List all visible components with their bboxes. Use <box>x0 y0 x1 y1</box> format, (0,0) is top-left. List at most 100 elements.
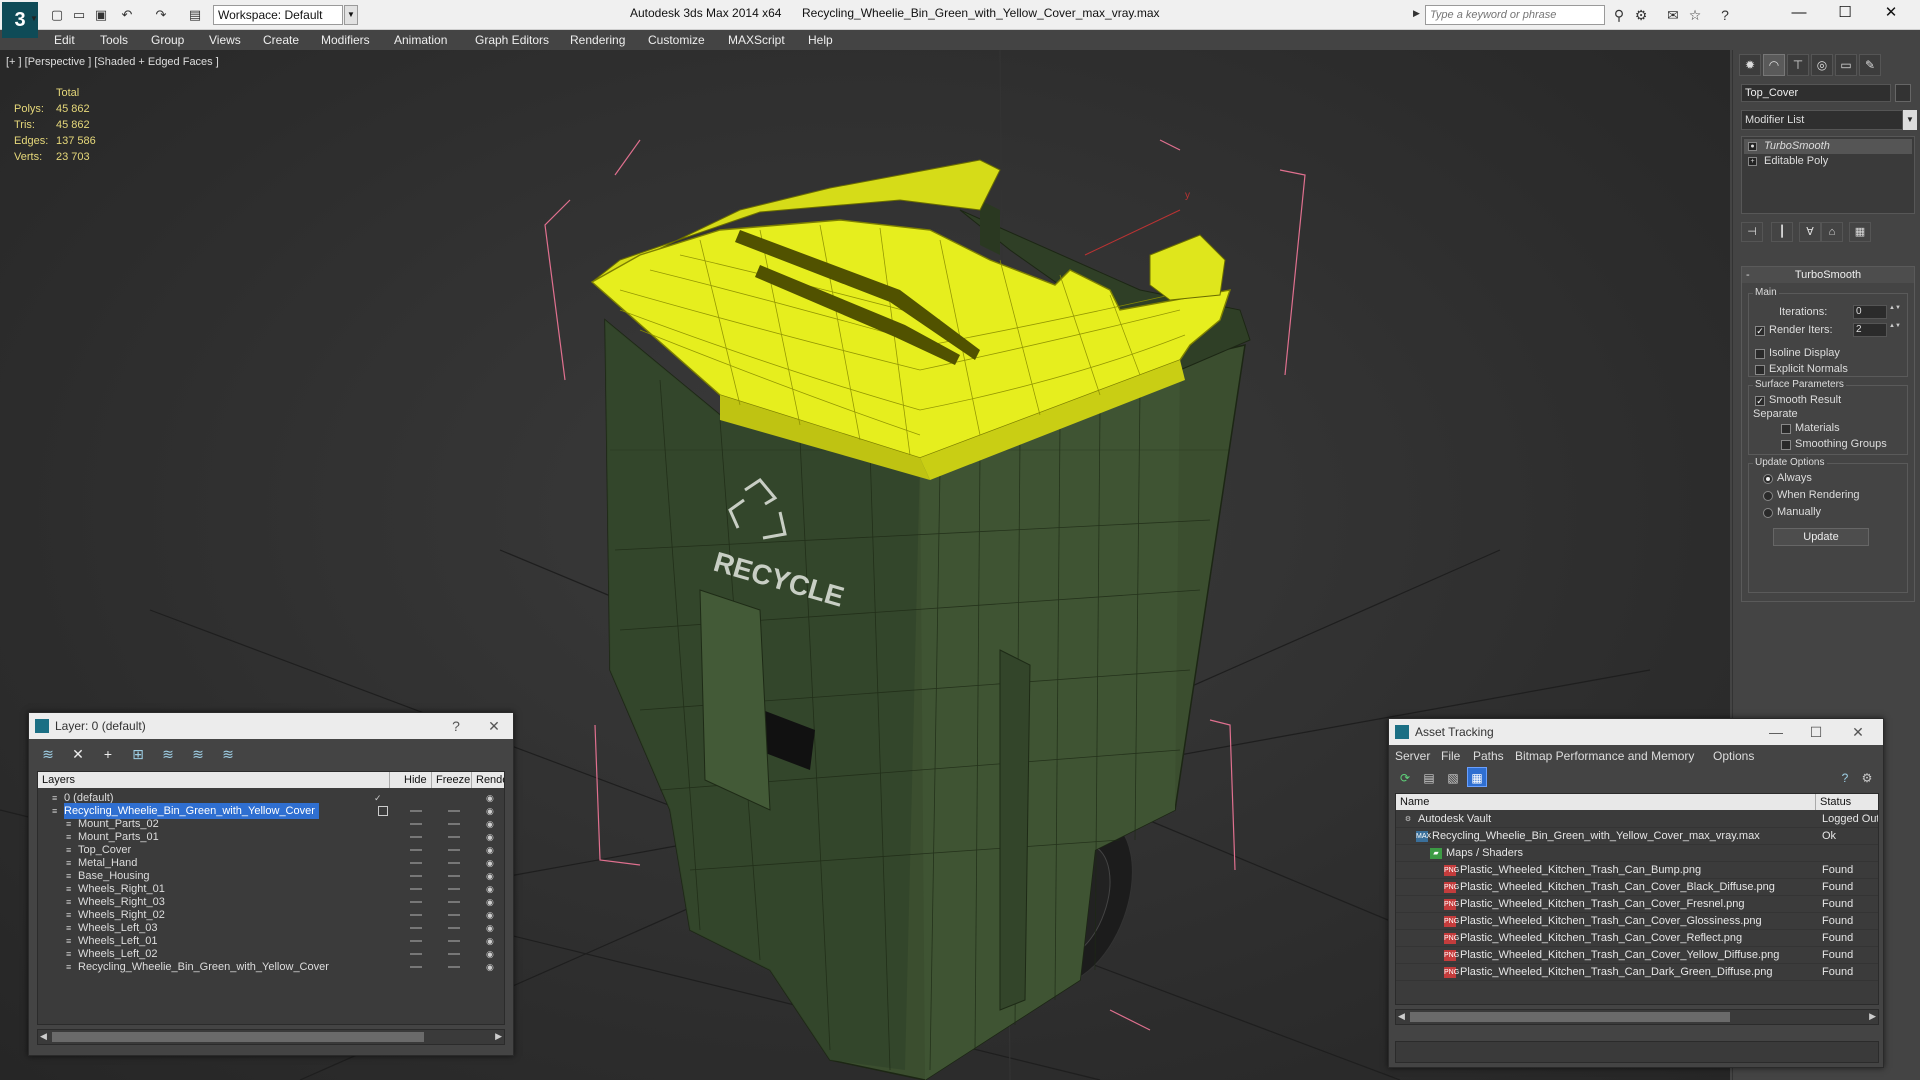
freeze-toggle[interactable] <box>448 875 460 877</box>
hide-toggle[interactable] <box>410 862 422 864</box>
iterations-spinner-arrows-icon[interactable]: ▲▼ <box>1889 305 1901 319</box>
render-teapot-icon[interactable]: ◉ <box>486 897 496 907</box>
freeze-toggle[interactable] <box>448 849 460 851</box>
select-objects-in-layer-icon[interactable]: ⊞ <box>127 743 149 765</box>
render-teapot-icon[interactable]: ◉ <box>486 910 496 920</box>
table-view-icon[interactable]: ▦ <box>1467 767 1487 787</box>
render-teapot-icon[interactable]: ◉ <box>486 923 496 933</box>
hide-toggle[interactable] <box>410 901 422 903</box>
layer-dialog-help-button[interactable]: ? <box>439 713 473 739</box>
search-expand-icon[interactable]: ▶ <box>1413 8 1420 19</box>
name-column-header[interactable]: Name <box>1396 794 1816 810</box>
freeze-toggle[interactable] <box>448 901 460 903</box>
hide-toggle[interactable] <box>410 810 422 812</box>
menu-help[interactable]: Help <box>808 33 833 47</box>
asset-menu-options[interactable]: Options <box>1713 749 1754 763</box>
render-teapot-icon[interactable]: ◉ <box>486 936 496 946</box>
render-teapot-icon[interactable]: ◉ <box>486 819 496 829</box>
hide-toggle[interactable] <box>410 823 422 825</box>
asset-row[interactable]: PNG Plastic_Wheeled_Kitchen_Trash_Can_Cov… <box>1396 879 1878 896</box>
rollout-header[interactable]: - TurboSmooth <box>1742 267 1914 283</box>
expand-plus-icon[interactable]: + <box>1748 157 1757 166</box>
layer-dialog-close-button[interactable]: ✕ <box>477 713 511 739</box>
close-button[interactable]: ✕ <box>1868 0 1914 28</box>
stack-item-turbosmooth[interactable]: ● TurboSmooth <box>1744 139 1912 154</box>
menu-views[interactable]: Views <box>209 33 241 47</box>
render-teapot-icon[interactable]: ◉ <box>486 845 496 855</box>
freeze-toggle[interactable] <box>448 927 460 929</box>
scroll-left-icon[interactable]: ◀ <box>40 1031 47 1042</box>
asset-menu-bitmap-performance[interactable]: Bitmap Performance and Memory <box>1515 749 1694 763</box>
asset-row[interactable]: ▰ Maps / Shaders <box>1396 845 1878 862</box>
freeze-all-layers-icon[interactable]: ≋ <box>217 743 239 765</box>
asset-dialog-titlebar[interactable]: Asset Tracking — ☐ ✕ <box>1389 719 1883 745</box>
utilities-tab-icon[interactable]: ✎ <box>1859 54 1881 76</box>
project-folder-icon[interactable]: ▤ <box>186 6 204 24</box>
set-active-layer-icon[interactable] <box>378 806 388 816</box>
binoculars-icon[interactable]: ⚲ <box>1610 6 1628 24</box>
highlight-selected-layer-icon[interactable]: ≋ <box>157 743 179 765</box>
asset-row[interactable]: PNG Plastic_Wheeled_Kitchen_Trash_Can_Bum… <box>1396 862 1878 879</box>
menu-create[interactable]: Create <box>263 33 299 47</box>
asset-scroll-right-icon[interactable]: ▶ <box>1869 1011 1876 1022</box>
menu-graph-editors[interactable]: Graph Editors <box>475 33 549 47</box>
modifier-list-arrow-icon[interactable]: ▼ <box>1903 110 1917 130</box>
undo-icon[interactable]: ↶ <box>118 6 136 24</box>
search-input[interactable] <box>1425 5 1605 25</box>
hide-toggle[interactable] <box>410 849 422 851</box>
favorites-star-icon[interactable]: ☆ <box>1686 6 1704 24</box>
asset-scrollbar-thumb[interactable] <box>1410 1012 1730 1022</box>
render-teapot-icon[interactable]: ◉ <box>486 806 496 816</box>
freeze-toggle[interactable] <box>448 810 460 812</box>
render-iters-spinner-arrows-icon[interactable]: ▲▼ <box>1889 323 1901 337</box>
explicit-normals-checkbox[interactable] <box>1755 365 1765 375</box>
configure-modifier-sets-icon[interactable]: ▦ <box>1849 222 1871 242</box>
render-teapot-icon[interactable]: ◉ <box>486 793 496 803</box>
maximize-button[interactable]: ☐ <box>1822 0 1868 28</box>
hide-toggle[interactable] <box>410 888 422 890</box>
asset-menu-server[interactable]: Server <box>1395 749 1430 763</box>
asset-dialog-maximize-button[interactable]: ☐ <box>1799 719 1833 745</box>
freeze-toggle[interactable] <box>448 862 460 864</box>
viewport-label[interactable]: [+ ] [Perspective ] [Shaded + Edged Face… <box>6 56 219 68</box>
smooth-result-checkbox[interactable]: ✓ <box>1755 396 1765 406</box>
hide-toggle[interactable] <box>410 875 422 877</box>
render-teapot-icon[interactable]: ◉ <box>486 949 496 959</box>
menu-customize[interactable]: Customize <box>648 33 705 47</box>
new-layer-icon[interactable]: ≋ <box>37 743 59 765</box>
asset-help-icon[interactable]: ? <box>1835 767 1855 787</box>
remove-modifier-icon[interactable]: ⌂ <box>1821 222 1843 242</box>
hide-toggle[interactable] <box>410 836 422 838</box>
layer-horizontal-scrollbar[interactable]: ◀ ▶ <box>37 1029 505 1045</box>
layer-dialog-titlebar[interactable]: Layer: 0 (default) ? ✕ <box>29 713 513 739</box>
object-color-swatch[interactable] <box>1895 84 1911 102</box>
light-bulb-icon[interactable]: ● <box>1748 142 1757 151</box>
isoline-display-checkbox[interactable] <box>1755 349 1765 359</box>
new-file-icon[interactable]: ▢ <box>48 6 66 24</box>
freeze-toggle[interactable] <box>448 888 460 890</box>
render-iters-spinner[interactable]: 2 <box>1853 323 1887 337</box>
save-file-icon[interactable]: ▣ <box>92 6 110 24</box>
hide-column-header[interactable]: Hide <box>400 772 432 788</box>
asset-horizontal-scrollbar[interactable]: ◀ ▶ <box>1395 1009 1879 1025</box>
layers-column-header[interactable]: Layers <box>38 772 390 788</box>
asset-menu-paths[interactable]: Paths <box>1473 749 1504 763</box>
render-iters-checkbox[interactable]: ✓ <box>1755 326 1765 336</box>
show-end-result-icon[interactable]: ┃ <box>1771 222 1793 242</box>
refresh-icon[interactable]: ⟳ <box>1395 767 1415 787</box>
make-unique-icon[interactable]: ∀ <box>1799 222 1821 242</box>
list-view-icon[interactable]: ▤ <box>1419 767 1439 787</box>
hide-all-layers-icon[interactable]: ≋ <box>187 743 209 765</box>
asset-row[interactable]: PNG Plastic_Wheeled_Kitchen_Trash_Can_Cov… <box>1396 913 1878 930</box>
render-teapot-icon[interactable]: ◉ <box>486 962 496 972</box>
asset-row[interactable]: PNG Plastic_Wheeled_Kitchen_Trash_Can_Dar… <box>1396 964 1878 981</box>
update-button[interactable]: Update <box>1773 528 1869 546</box>
active-layer-check-icon[interactable]: ✓ <box>374 793 384 803</box>
scroll-right-icon[interactable]: ▶ <box>495 1031 502 1042</box>
help-icon[interactable]: ? <box>1716 6 1734 24</box>
menu-tools[interactable]: Tools <box>100 33 128 47</box>
render-teapot-icon[interactable]: ◉ <box>486 884 496 894</box>
render-column-header[interactable]: Render <box>472 772 504 788</box>
freeze-toggle[interactable] <box>448 836 460 838</box>
motion-tab-icon[interactable]: ◎ <box>1811 54 1833 76</box>
